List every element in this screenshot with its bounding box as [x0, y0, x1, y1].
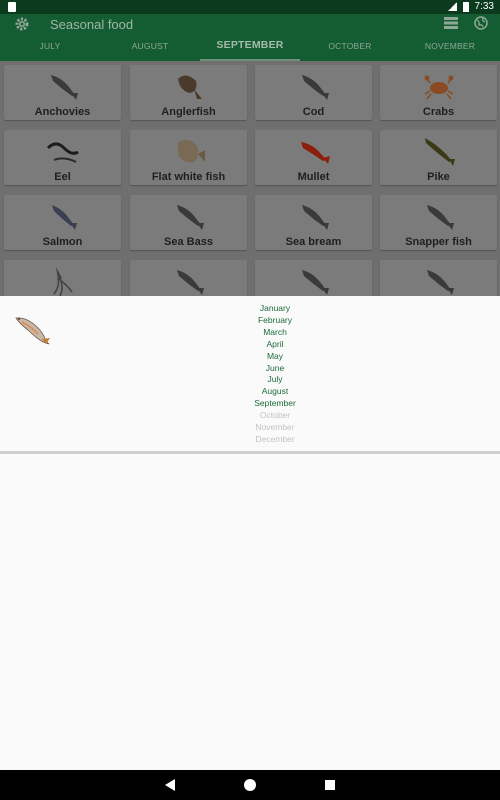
food-card-sea-bream[interactable]: Sea bream [255, 195, 372, 250]
food-card-label: Snapper fish [405, 236, 472, 248]
back-icon[interactable] [165, 779, 175, 791]
month-january: January [259, 303, 291, 313]
food-card-label: Sea Bass [164, 236, 213, 248]
month-june: June [265, 362, 285, 373]
food-card-label: Flat white fish [151, 171, 226, 183]
clock: 7:33 [474, 1, 494, 12]
month-october: October [259, 410, 291, 421]
pike-icon [425, 138, 455, 166]
tab-july[interactable]: JULY [0, 38, 100, 61]
battery-icon [462, 1, 469, 12]
mullet-icon [301, 142, 330, 164]
month-february: February [257, 314, 292, 325]
food-card-label: Salmon [42, 236, 83, 248]
food-card-item-14[interactable] [255, 260, 372, 296]
fish-icon [302, 270, 329, 295]
season-month-list: January February March April May June July Augu… [225, 303, 325, 446]
food-card-snapper-fish[interactable]: Snapper fish [380, 195, 497, 250]
food-card-item-12[interactable] [4, 260, 121, 296]
food-card-label: Anglerfish [161, 106, 216, 118]
food-card-cod[interactable]: Cod [255, 65, 372, 120]
crab-icon [424, 75, 454, 100]
month-august: August [261, 386, 289, 397]
month-may: May [266, 350, 284, 361]
tab-october[interactable]: OCTOBER [300, 38, 400, 61]
food-card-label: Crabs [422, 106, 455, 118]
anglerfish-icon [178, 75, 202, 99]
food-card-pike[interactable]: Pike [380, 130, 497, 185]
food-card-label: Pike [427, 171, 450, 183]
system-nav-bar [0, 770, 500, 800]
notification-icon [8, 2, 16, 12]
month-march: March [263, 326, 287, 337]
anchovy-icon [51, 75, 78, 100]
fish-icon [177, 270, 204, 295]
food-card-label: Sea bream [285, 236, 342, 248]
food-card-salmon[interactable]: Salmon [4, 195, 121, 250]
recents-icon[interactable] [325, 780, 335, 790]
tab-august[interactable]: AUGUST [100, 38, 200, 61]
food-card-item-15[interactable] [380, 260, 497, 296]
sea-bream-icon [302, 205, 329, 230]
app-toolbar: Seasonal food JULY AUGUST SEPTEMBER OCTOBER… [0, 14, 500, 61]
food-card-anchovies[interactable]: Anchovies [4, 65, 121, 120]
sea-bass-icon [177, 205, 204, 230]
food-card-label: Anchovies [34, 106, 91, 118]
month-july: July [267, 374, 283, 385]
flatfish-icon [178, 140, 205, 163]
fish-icon [427, 270, 454, 295]
list-view-icon[interactable] [444, 17, 458, 29]
month-april: April [266, 338, 284, 349]
app-title: Seasonal food [50, 17, 134, 32]
food-card-label: Cod [302, 106, 325, 118]
food-card-anglerfish[interactable]: Anglerfish [130, 65, 247, 120]
status-bar: 7:33 [0, 0, 500, 14]
home-icon[interactable] [244, 779, 256, 791]
month-tabs: JULY AUGUST SEPTEMBER OCTOBER NOVEMBER [0, 38, 500, 61]
month-september: September [254, 398, 296, 409]
food-card-label: Eel [54, 171, 71, 183]
food-card-flat-white-fish[interactable]: Flat white fish [130, 130, 247, 185]
trout-icon [15, 317, 50, 345]
squid-icon [53, 267, 73, 296]
cod-icon [302, 75, 329, 100]
food-card-eel[interactable]: Eel [4, 130, 121, 185]
snapper-icon [427, 205, 454, 230]
globe-icon[interactable] [474, 16, 488, 30]
salmon-icon [52, 205, 77, 230]
food-card-mullet[interactable]: Mullet [255, 130, 372, 185]
eel-icon [46, 142, 79, 163]
month-december: December [255, 433, 295, 444]
month-november: November [255, 422, 295, 433]
gear-icon[interactable] [14, 16, 30, 32]
food-card-label: Mullet [297, 171, 330, 183]
food-card-crabs[interactable]: Crabs [380, 65, 497, 120]
tab-november[interactable]: NOVEMBER [400, 38, 500, 61]
food-card-item-13[interactable] [130, 260, 247, 296]
signal-icon [447, 2, 457, 11]
food-card-sea-bass[interactable]: Sea Bass [130, 195, 247, 250]
tab-september[interactable]: SEPTEMBER [200, 38, 300, 61]
season-detail-sheet: January February March April May June July Augu… [0, 296, 500, 454]
food-grid: Anchovies Anglerfish Cod Crabs Eel Flat white… [0, 61, 500, 296]
